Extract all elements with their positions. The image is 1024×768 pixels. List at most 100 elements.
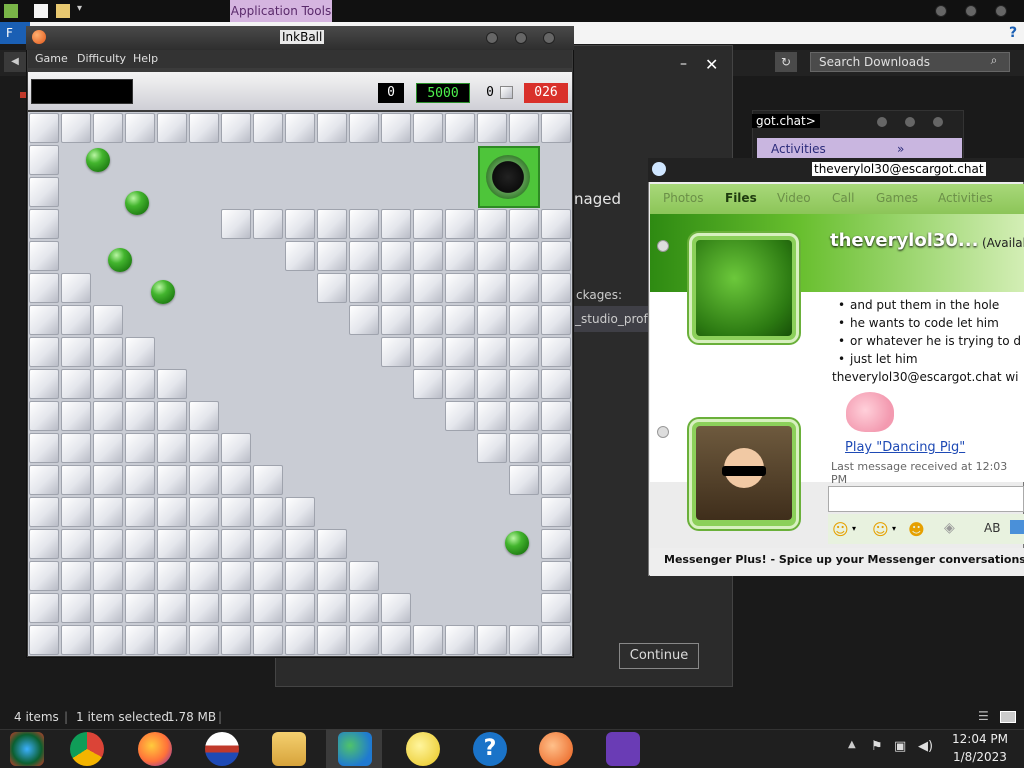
help-icon[interactable]: ? [473, 732, 507, 766]
collapse-self-icon[interactable] [657, 426, 669, 438]
wall-tile [285, 497, 315, 527]
font-icon[interactable]: AB [984, 521, 1000, 535]
tab-video[interactable]: Video [777, 191, 811, 205]
activities-tab[interactable]: Activities » [757, 138, 962, 160]
clock-date[interactable]: 1/8/2023 [953, 750, 1007, 764]
wall-tile [189, 497, 219, 527]
wall-tile [445, 401, 475, 431]
wall-tile [93, 625, 123, 655]
status-item-count: 4 items [14, 710, 59, 724]
wall-tile [381, 593, 411, 623]
inkball-icon[interactable] [539, 732, 573, 766]
explorer-titlebar: ▾ [0, 0, 1024, 22]
qat-dropdown-icon[interactable]: ▾ [77, 3, 82, 14]
wall-tile [317, 113, 347, 143]
wall-tile [157, 497, 187, 527]
file-explorer-icon[interactable] [272, 732, 306, 766]
firefox-icon[interactable] [138, 732, 172, 766]
messenger-plus-ad[interactable]: Messenger Plus! - Spice up your Messenge… [664, 553, 1024, 566]
obama-logo-icon[interactable] [205, 732, 239, 766]
menu-difficulty[interactable]: Difficulty [77, 52, 126, 65]
refresh-icon[interactable]: ↻ [775, 52, 797, 72]
search-icon[interactable]: ⌕ [984, 53, 1004, 71]
wall-tile [93, 561, 123, 591]
inkball-close-button[interactable] [543, 32, 555, 44]
msn-messenger-icon[interactable] [338, 732, 372, 766]
wall-tile [477, 113, 507, 143]
inkball-title: InkBall [280, 30, 325, 44]
wall-tile [317, 625, 347, 655]
wall-tile [29, 497, 59, 527]
tab-call[interactable]: Call [832, 191, 854, 205]
maximize-button[interactable] [965, 5, 977, 17]
wink-icon[interactable]: ☺ [872, 520, 889, 539]
ribbon-help-icon[interactable]: ? [1004, 24, 1022, 42]
chevron-down-icon[interactable]: ▾ [852, 524, 856, 533]
volume-icon[interactable]: ◀) [918, 739, 933, 754]
wall-tile [541, 401, 571, 431]
escargot-back-close-button[interactable] [932, 116, 944, 128]
tray-chevron-up-icon[interactable]: ▲ [848, 739, 856, 750]
contact-avatar[interactable] [696, 240, 792, 336]
search-input[interactable]: Search Downloads [810, 52, 1010, 72]
close-button[interactable] [995, 5, 1007, 17]
details-view-icon[interactable]: ☰ [978, 709, 989, 723]
minimize-button[interactable] [935, 5, 947, 17]
tab-games[interactable]: Games [876, 191, 918, 205]
background-icon[interactable] [1010, 520, 1024, 534]
inkball-minimize-button[interactable] [486, 32, 498, 44]
clock-time[interactable]: 12:04 PM [952, 732, 1008, 746]
new-folder-icon[interactable] [56, 4, 70, 18]
escargot-back-max-button[interactable] [904, 116, 916, 128]
messenger-app-icon [652, 162, 666, 176]
wall-tile [93, 465, 123, 495]
installer-close-button[interactable]: ✕ [705, 55, 718, 74]
action-center-flag-icon[interactable]: ⚑ [871, 739, 883, 754]
continue-button[interactable]: Continue [619, 643, 699, 669]
tab-photos[interactable]: Photos [663, 191, 703, 205]
wall-tile [93, 433, 123, 463]
wall-tile [157, 369, 187, 399]
tab-activities[interactable]: Activities [938, 191, 993, 205]
chrome-icon[interactable] [70, 732, 104, 766]
wall-tile [509, 241, 539, 271]
wall-tile [413, 209, 443, 239]
application-tools-tab[interactable]: Application Tools [230, 0, 332, 22]
messenger-title: theverylol30@escargot.chat [812, 162, 986, 176]
wall-tile [189, 529, 219, 559]
network-icon[interactable]: ▣ [894, 739, 906, 754]
message-input[interactable] [828, 486, 1024, 512]
inkball-menubar: Game Difficulty Help [28, 50, 572, 68]
voice-clip-icon[interactable]: ◈ [944, 520, 955, 536]
dancing-pig-icon[interactable] [846, 392, 894, 432]
nudge-icon[interactable]: ☻ [908, 520, 925, 539]
wall-tile [509, 337, 539, 367]
large-icons-view-icon[interactable] [1000, 711, 1016, 723]
play-wink-link[interactable]: Play "Dancing Pig" [845, 440, 965, 455]
wall-tile [477, 273, 507, 303]
wall-tile [125, 433, 155, 463]
wall-tile [189, 113, 219, 143]
installer-package-item[interactable]: _studio_profes [572, 306, 652, 332]
installer-minimize-button[interactable]: – [680, 56, 687, 72]
windows-media-center-icon[interactable] [10, 732, 44, 766]
self-avatar[interactable] [696, 426, 792, 520]
emoticon-icon[interactable]: ☺ [832, 520, 849, 539]
collapse-contact-icon[interactable] [657, 240, 669, 252]
visual-studio-icon[interactable] [606, 732, 640, 766]
smiley-icon[interactable] [406, 732, 440, 766]
properties-icon[interactable] [34, 4, 48, 18]
back-button[interactable]: ◀ [4, 52, 26, 72]
wall-tile [477, 337, 507, 367]
wall-tile [61, 561, 91, 591]
menu-help[interactable]: Help [133, 52, 158, 65]
inkball-maximize-button[interactable] [515, 32, 527, 44]
wall-tile [285, 593, 315, 623]
menu-game[interactable]: Game [35, 52, 68, 65]
tab-files[interactable]: Files [725, 191, 757, 205]
wall-tile [157, 561, 187, 591]
chevron-down-icon[interactable]: ▾ [892, 524, 896, 533]
escargot-back-min-button[interactable] [876, 116, 888, 128]
wall-tile [157, 433, 187, 463]
hole-opening [486, 155, 530, 199]
